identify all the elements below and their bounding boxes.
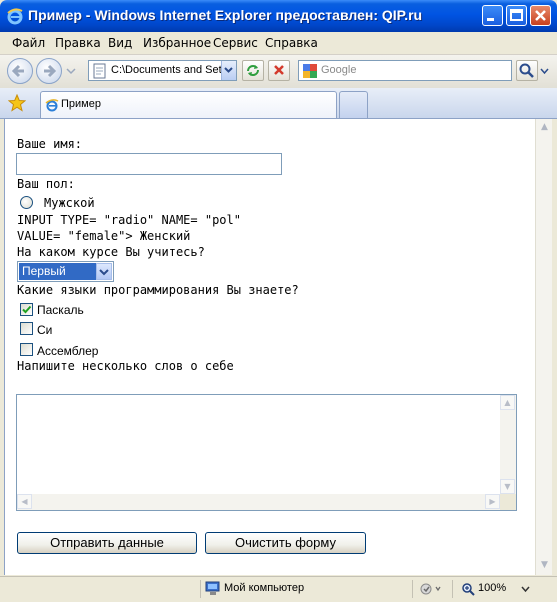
magnifier-icon <box>519 63 534 78</box>
menu-edit[interactable]: Правка <box>55 36 101 50</box>
maximize-button[interactable] <box>506 5 527 26</box>
pascal-label: Паскаль <box>37 303 84 317</box>
minimize-button[interactable] <box>482 5 503 26</box>
search-placeholder: Google <box>321 64 357 76</box>
menu-help[interactable]: Справка <box>265 36 318 50</box>
scroll-up-icon[interactable]: ▲ <box>500 395 515 410</box>
stop-icon <box>274 65 284 75</box>
forward-arrow-icon <box>44 64 57 78</box>
address-field[interactable]: C:\Documents and Set <box>88 60 237 81</box>
status-divider <box>412 580 413 598</box>
chevron-down-icon <box>99 269 109 276</box>
reset-button[interactable]: Очистить форму <box>205 532 366 554</box>
new-tab-button[interactable] <box>339 91 368 118</box>
address-toolbar: C:\Documents and Set Google <box>0 55 557 88</box>
zoom-dropdown-icon[interactable] <box>521 586 530 593</box>
gender-male-radio[interactable] <box>20 196 33 209</box>
tab-row: Пример <box>0 88 557 119</box>
name-label: Ваше имя: <box>17 137 83 151</box>
ie-tab-icon <box>45 99 59 112</box>
raw-markup-line-2: VALUE= "female"> Женский <box>17 229 191 243</box>
computer-icon <box>205 581 220 595</box>
search-options-icon[interactable] <box>540 68 549 75</box>
course-dropdown-button[interactable] <box>96 263 112 280</box>
zoom-icon[interactable] <box>461 582 477 598</box>
course-select[interactable]: Первый <box>17 261 114 282</box>
scroll-right-icon[interactable]: ▶ <box>485 494 500 509</box>
checkbox-c[interactable] <box>20 322 33 335</box>
forward-button[interactable] <box>36 58 62 84</box>
menu-file[interactable]: Файл <box>12 36 45 50</box>
status-divider <box>200 580 201 598</box>
status-divider <box>452 580 453 598</box>
zoom-level[interactable]: 100% <box>478 582 506 594</box>
checkmark-icon <box>22 305 32 314</box>
raw-markup-line-1: INPUT TYPE= "radio" NAME= "pol" <box>17 213 241 227</box>
scroll-down-icon[interactable]: ▼ <box>500 479 515 494</box>
close-icon <box>535 10 546 21</box>
assembler-label: Ассемблер <box>37 344 99 358</box>
favorites-star-icon[interactable] <box>8 94 26 112</box>
textarea-scroll-corner <box>500 494 516 510</box>
tab-label: Пример <box>61 98 101 110</box>
textarea-horizontal-scrollbar[interactable]: ◀ ▶ <box>17 494 500 510</box>
menu-bar: Файл Правка Вид Избранное Сервис Справка <box>0 32 557 55</box>
search-button[interactable] <box>516 60 538 81</box>
name-input[interactable] <box>16 153 282 175</box>
checkbox-assembler[interactable] <box>20 343 33 356</box>
submit-button[interactable]: Отправить данные <box>17 532 197 554</box>
back-button[interactable] <box>7 58 33 84</box>
gender-male-label: Мужской <box>44 196 95 210</box>
scroll-up-icon[interactable]: ▲ <box>537 120 552 135</box>
textarea-vertical-scrollbar[interactable]: ▲ ▼ <box>500 395 516 494</box>
gender-label: Ваш пол: <box>17 177 75 191</box>
protected-mode-icon[interactable] <box>419 582 443 596</box>
security-zone: Мой компьютер <box>224 582 305 594</box>
status-bar: Мой компьютер 100% <box>0 576 557 602</box>
stop-button[interactable] <box>268 60 290 81</box>
about-label: Напишите несколько слов о себе <box>17 359 234 373</box>
address-text: C:\Documents and Set <box>111 64 222 76</box>
languages-label: Какие языки программирования Вы знаете? <box>17 283 299 297</box>
ie-logo-icon <box>7 8 23 25</box>
scroll-down-icon[interactable]: ▼ <box>537 558 552 573</box>
back-arrow-icon <box>11 64 24 78</box>
history-dropdown-icon[interactable] <box>66 67 76 75</box>
google-icon <box>303 64 317 78</box>
checkbox-pascal[interactable] <box>20 303 33 316</box>
close-button[interactable] <box>530 5 551 26</box>
page-icon <box>93 63 106 79</box>
refresh-button[interactable] <box>242 60 264 81</box>
course-selected-value: Первый <box>19 263 97 280</box>
about-textarea[interactable]: ▲ ▼ ◀ ▶ <box>16 394 517 511</box>
window-title: Пример - Windows Internet Explorer предо… <box>28 7 423 23</box>
menu-tools[interactable]: Сервис <box>213 36 258 50</box>
title-bar: Пример - Windows Internet Explorer предо… <box>0 0 557 32</box>
chevron-down-icon <box>224 67 233 73</box>
tab-example[interactable]: Пример <box>40 91 337 118</box>
minimize-icon <box>487 18 494 21</box>
course-label: На каком курсе Вы учитесь? <box>17 245 205 259</box>
scroll-left-icon[interactable]: ◀ <box>17 494 32 509</box>
menu-favorites[interactable]: Избранное <box>143 36 211 50</box>
refresh-icon <box>247 65 259 76</box>
maximize-icon <box>510 9 523 21</box>
page-vertical-scrollbar[interactable]: ▲ ▼ <box>535 119 552 575</box>
c-label: Си <box>37 323 53 337</box>
address-dropdown-button[interactable] <box>221 61 236 80</box>
menu-view[interactable]: Вид <box>108 36 132 50</box>
search-input[interactable]: Google <box>298 60 512 81</box>
